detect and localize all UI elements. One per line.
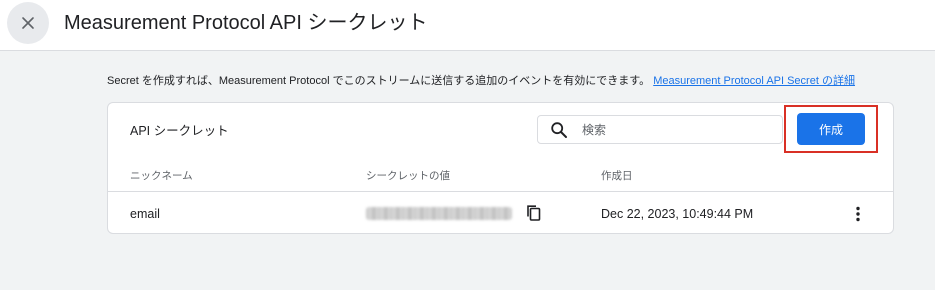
page-title: Measurement Protocol API シークレット — [64, 12, 428, 34]
api-secrets-card: API シークレット 作成 ニックネーム シークレットの値 作成日 email … — [107, 102, 894, 234]
more-vert-icon[interactable] — [848, 204, 868, 224]
column-header-nickname: ニックネーム — [130, 170, 193, 182]
close-icon — [22, 17, 34, 29]
info-text: Secret を作成すれば、Measurement Protocol でこのスト… — [107, 73, 897, 89]
copy-icon[interactable] — [524, 203, 544, 223]
row-nickname: email — [130, 207, 160, 221]
learn-more-link[interactable]: Measurement Protocol API Secret の詳細 — [653, 75, 855, 87]
card-title: API シークレット — [130, 124, 229, 138]
search-icon — [551, 122, 567, 138]
search-input[interactable] — [582, 119, 772, 140]
row-divider — [108, 191, 893, 192]
info-description: Secret を作成すれば、Measurement Protocol でこのスト… — [107, 75, 651, 87]
header: Measurement Protocol API シークレット — [0, 0, 935, 51]
secret-value-redacted — [366, 207, 512, 220]
create-button[interactable]: 作成 — [797, 113, 865, 145]
column-header-secret-value: シークレットの値 — [366, 170, 450, 182]
row-created-date: Dec 22, 2023, 10:49:44 PM — [601, 207, 754, 221]
search-box[interactable] — [537, 115, 783, 144]
column-header-created: 作成日 — [601, 170, 633, 182]
close-button[interactable] — [7, 2, 49, 44]
